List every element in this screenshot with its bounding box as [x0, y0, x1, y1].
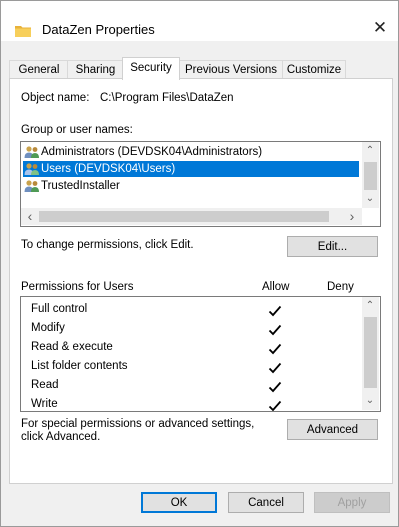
permission-name: Write	[31, 398, 58, 410]
scroll-thumb[interactable]	[364, 162, 377, 190]
permission-row: Full control	[21, 301, 361, 320]
group-user-list[interactable]: Administrators (DEVDSK04\Administrators)…	[20, 141, 381, 227]
list-item-label: TrustedInstaller	[41, 180, 120, 192]
vertical-scrollbar[interactable]: ⌃ ⌄	[362, 142, 379, 208]
user-group-icon	[24, 146, 39, 158]
permission-row: Write	[21, 396, 361, 411]
folder-icon	[15, 26, 31, 37]
properties-window: DataZen Properties ✕ General Sharing Sec…	[0, 0, 399, 527]
group-names-label: Group or user names:	[21, 124, 133, 136]
list-item[interactable]: TrustedInstaller	[23, 178, 359, 194]
allow-checkmark-icon	[268, 305, 282, 317]
list-item[interactable]: Administrators (DEVDSK04\Administrators)	[23, 144, 359, 160]
permission-row: Read & execute	[21, 339, 361, 358]
permission-name: Read	[31, 379, 59, 391]
advanced-button[interactable]: Advanced	[287, 419, 378, 440]
tab-previous-versions[interactable]: Previous Versions	[178, 60, 284, 79]
scroll-down-icon[interactable]: ⌄	[362, 393, 378, 409]
scroll-thumb[interactable]	[364, 317, 377, 388]
scroll-right-icon[interactable]: ›	[344, 208, 360, 224]
permission-name: List folder contents	[31, 360, 128, 372]
vertical-scrollbar[interactable]: ⌃ ⌄	[362, 297, 379, 410]
scroll-left-icon[interactable]: ‹	[22, 208, 38, 224]
list-item-label: Users (DEVDSK04\Users)	[41, 163, 176, 175]
title-bar: DataZen Properties ✕	[1, 1, 398, 41]
close-button[interactable]: ✕	[369, 18, 391, 38]
deny-column-header: Deny	[327, 281, 354, 293]
permission-row: Modify	[21, 320, 361, 339]
horizontal-scrollbar[interactable]: ‹ ›	[21, 208, 362, 225]
user-group-icon	[24, 163, 39, 175]
permission-row: Read	[21, 377, 361, 396]
scroll-down-icon[interactable]: ⌄	[362, 191, 378, 207]
dialog-body: General Sharing Security Previous Versio…	[1, 41, 398, 526]
edit-button[interactable]: Edit...	[287, 236, 378, 257]
list-item-label: Administrators (DEVDSK04\Administrators)	[41, 146, 263, 158]
close-icon: ✕	[372, 18, 388, 37]
scroll-up-icon[interactable]: ⌃	[362, 143, 378, 159]
ok-button[interactable]: OK	[141, 492, 217, 513]
allow-checkmark-icon	[268, 324, 282, 336]
allow-checkmark-icon	[268, 381, 282, 393]
user-group-icon	[24, 180, 39, 192]
permission-name: Full control	[31, 303, 88, 315]
cancel-button[interactable]: Cancel	[228, 492, 304, 513]
permissions-header-label: Permissions for Users	[21, 281, 134, 293]
permission-row: List folder contents	[21, 358, 361, 377]
permissions-list[interactable]: Full control Modify Read & execute List fol…	[20, 296, 381, 412]
scroll-thumb[interactable]	[39, 211, 329, 222]
tab-sharing[interactable]: Sharing	[67, 60, 124, 79]
permission-name: Read & execute	[31, 341, 113, 353]
tab-security[interactable]: Security	[122, 57, 180, 80]
list-item-selected[interactable]: Users (DEVDSK04\Users)	[23, 161, 359, 177]
allow-checkmark-icon	[268, 362, 282, 374]
object-name-label: Object name:	[21, 92, 90, 104]
object-name-value: C:\Program Files\DataZen	[100, 92, 234, 104]
allow-checkmark-icon	[268, 343, 282, 355]
window-title: DataZen Properties	[42, 22, 155, 37]
permission-name: Modify	[31, 322, 65, 334]
special-permissions-text-2: click Advanced.	[21, 431, 101, 443]
scroll-up-icon[interactable]: ⌃	[362, 298, 378, 314]
security-panel: Object name: C:\Program Files\DataZen Gr…	[9, 78, 393, 484]
tab-customize[interactable]: Customize	[282, 60, 346, 79]
special-permissions-text: For special permissions or advanced sett…	[21, 418, 255, 430]
allow-checkmark-icon	[268, 400, 282, 411]
tab-general[interactable]: General	[9, 60, 69, 79]
change-permissions-text: To change permissions, click Edit.	[21, 239, 194, 251]
apply-button[interactable]: Apply	[314, 492, 390, 513]
allow-column-header: Allow	[262, 281, 290, 293]
